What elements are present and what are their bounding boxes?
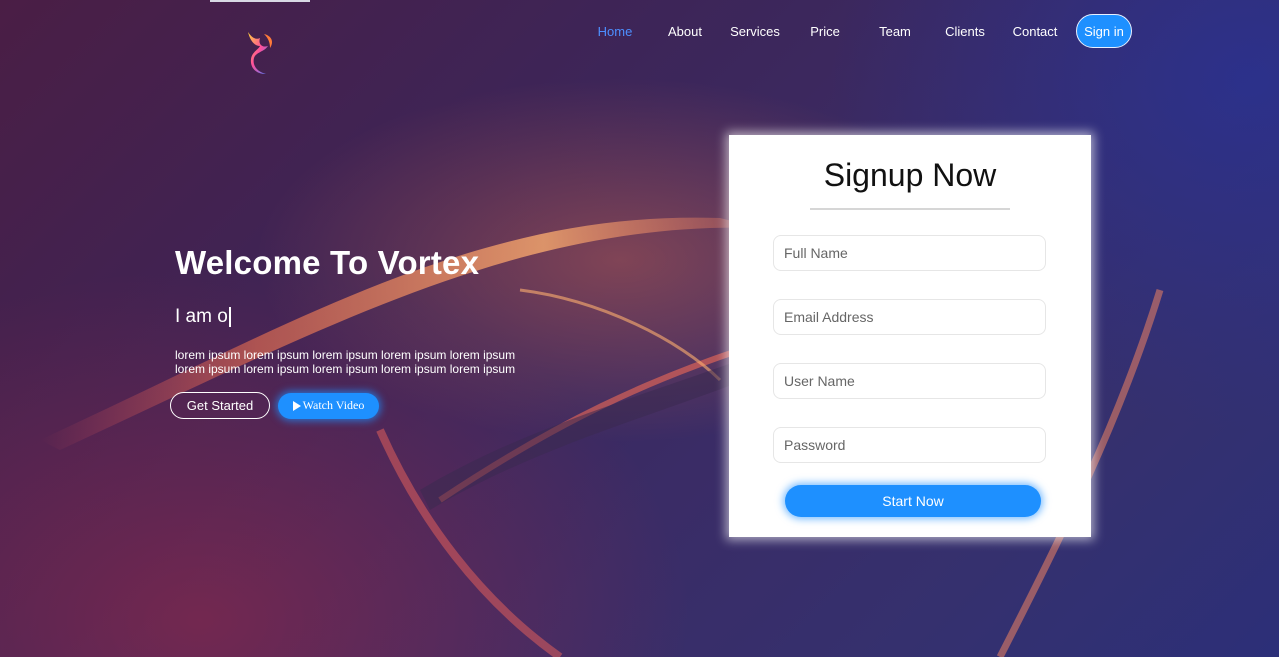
nav-item-price[interactable]: Price bbox=[790, 24, 860, 39]
username-input[interactable] bbox=[773, 363, 1046, 399]
typing-caret bbox=[228, 307, 231, 327]
signup-title: Signup Now bbox=[823, 157, 997, 193]
main-nav: Home About Services Price Team Clients C… bbox=[580, 13, 1132, 49]
hero-section: Welcome To Vortex I am o lorem ipsum lor… bbox=[175, 244, 595, 376]
hero-description: lorem ipsum lorem ipsum lorem ipsum lore… bbox=[175, 348, 516, 376]
password-input[interactable] bbox=[773, 427, 1046, 463]
landing-page: Home About Services Price Team Clients C… bbox=[0, 0, 1279, 657]
phoenix-logo-icon[interactable] bbox=[242, 28, 278, 78]
start-now-button[interactable]: Start Now bbox=[785, 485, 1041, 517]
nav-item-team[interactable]: Team bbox=[860, 24, 930, 39]
play-icon bbox=[292, 400, 301, 411]
sign-in-button[interactable]: Sign in bbox=[1076, 14, 1132, 48]
nav-item-home[interactable]: Home bbox=[580, 24, 650, 39]
watch-video-button[interactable]: Watch Video bbox=[278, 392, 379, 419]
nav-item-about[interactable]: About bbox=[650, 24, 720, 39]
typed-text-line: I am o bbox=[175, 306, 595, 328]
hero-title: Welcome To Vortex bbox=[175, 244, 480, 281]
get-started-button[interactable]: Get Started bbox=[170, 392, 270, 419]
email-input[interactable] bbox=[773, 299, 1046, 335]
nav-item-clients[interactable]: Clients bbox=[930, 24, 1000, 39]
signup-title-divider bbox=[810, 208, 1010, 210]
typed-text: I am o bbox=[175, 306, 228, 327]
signup-card: Signup Now Start Now bbox=[729, 135, 1091, 537]
watch-video-label: Watch Video bbox=[302, 398, 365, 412]
full-name-input[interactable] bbox=[773, 235, 1046, 271]
top-accent-line bbox=[210, 0, 310, 2]
nav-item-contact[interactable]: Contact bbox=[1000, 24, 1070, 39]
hero-buttons: Get Started Watch Video bbox=[170, 392, 379, 419]
nav-item-services[interactable]: Services bbox=[720, 24, 790, 39]
